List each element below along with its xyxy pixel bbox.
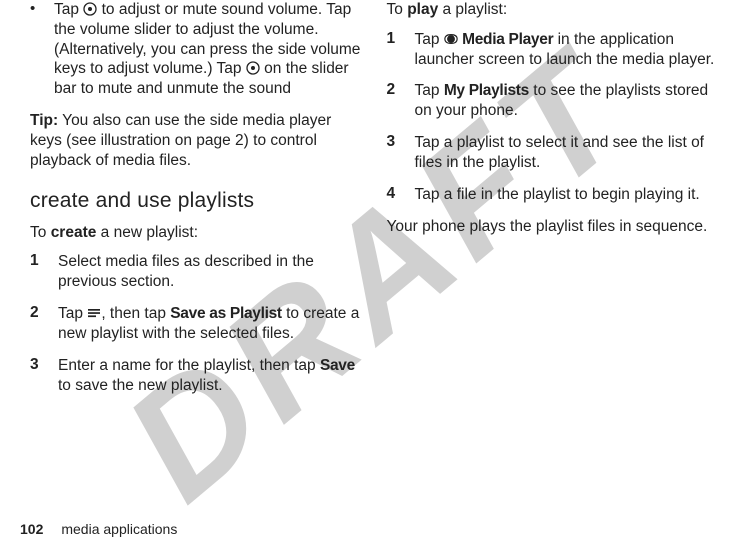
step-item: 2 Tap My Playlists to see the playlists … <box>387 81 724 121</box>
page-footer: 102 media applications <box>20 521 177 537</box>
step-item: 1 Select media files as described in the… <box>30 252 367 292</box>
text-segment: Tap <box>415 31 444 48</box>
footer-label: media applications <box>61 521 177 537</box>
step-item: 3 Enter a name for the playlist, then ta… <box>30 356 367 396</box>
intro-line: To play a playlist: <box>387 0 724 20</box>
step-text: Tap a playlist to select it and see the … <box>415 133 724 173</box>
tip-label: Tip: <box>30 112 58 129</box>
text-segment: Tap <box>415 82 444 99</box>
step-text: Tap a file in the playlist to begin play… <box>415 185 700 205</box>
step-text: Tap , then tap Save as Playlist to creat… <box>58 304 367 344</box>
bullet-text: Tap to adjust or mute sound volume. Tap … <box>54 0 367 99</box>
tip-text: You also can use the side media player k… <box>30 112 331 169</box>
page-number: 102 <box>20 521 43 537</box>
step-item: 2 Tap , then tap Save as Playlist to cre… <box>30 304 367 344</box>
volume-icon <box>246 61 260 75</box>
menu-icon <box>87 306 101 320</box>
text-segment: , then tap <box>101 305 170 322</box>
text-segment: in the application launcher screen to la… <box>415 31 715 68</box>
tip-paragraph: Tip: You also can use the side media pla… <box>30 111 367 170</box>
left-column: • Tap to adjust or mute sound volume. Ta… <box>20 0 377 510</box>
intro-line: To create a new playlist: <box>30 223 367 243</box>
bullet-marker: • <box>30 0 54 99</box>
text-segment: a new playlist: <box>96 224 198 241</box>
text-segment: Enter a name for the playlist, then tap <box>58 357 320 374</box>
right-column: To play a playlist: 1 Tap Media Player i… <box>377 0 734 510</box>
step-text: Enter a name for the playlist, then tap … <box>58 356 367 396</box>
text-bold: Save as Playlist <box>170 305 282 322</box>
step-item: 3 Tap a playlist to select it and see th… <box>387 133 724 173</box>
text-bold: Media Player <box>462 31 553 48</box>
text-bold: play <box>407 1 438 18</box>
text-segment: a playlist: <box>438 1 507 18</box>
text-segment: Tap <box>54 1 83 18</box>
step-item: 1 Tap Media Player in the application la… <box>387 30 724 70</box>
step-text: Tap My Playlists to see the playlists st… <box>415 81 724 121</box>
step-item: 4 Tap a file in the playlist to begin pl… <box>387 185 724 205</box>
bullet-item: • Tap to adjust or mute sound volume. Ta… <box>30 0 367 99</box>
text-segment: to save the new playlist. <box>58 377 223 394</box>
section-heading: create and use playlists <box>30 189 367 213</box>
text-bold: My Playlists <box>444 82 529 99</box>
text-bold: create <box>51 224 97 241</box>
text-segment: To <box>30 224 51 241</box>
text-segment: Tap <box>58 305 87 322</box>
step-number: 2 <box>387 81 415 121</box>
step-number: 1 <box>387 30 415 70</box>
step-number: 3 <box>387 133 415 173</box>
step-text: Tap Media Player in the application laun… <box>415 30 724 70</box>
step-number: 2 <box>30 304 58 344</box>
page-content: • Tap to adjust or mute sound volume. Ta… <box>0 0 753 510</box>
text-segment: To <box>387 1 408 18</box>
volume-icon <box>83 2 97 16</box>
media-player-icon <box>444 32 458 46</box>
step-number: 3 <box>30 356 58 396</box>
text-bold: Save <box>320 357 355 374</box>
step-text: Select media files as described in the p… <box>58 252 367 292</box>
step-number: 4 <box>387 185 415 205</box>
outro-paragraph: Your phone plays the playlist files in s… <box>387 217 724 237</box>
step-number: 1 <box>30 252 58 292</box>
